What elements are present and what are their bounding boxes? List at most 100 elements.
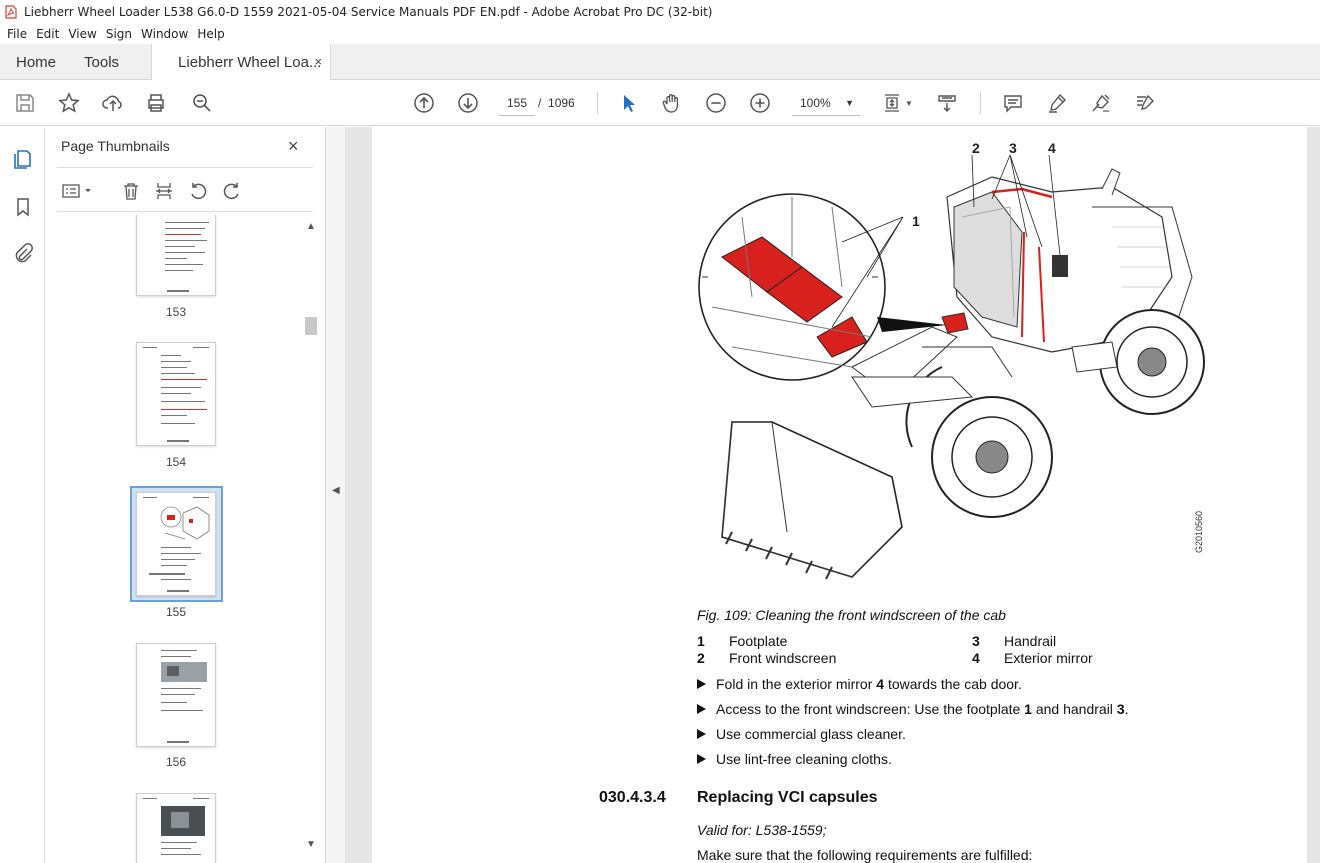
page-separator: / [538, 96, 542, 110]
step-ref: 1 [1024, 701, 1032, 717]
callout-2: 2 [972, 140, 980, 156]
hand-tool-icon[interactable] [660, 91, 684, 115]
thumbnail-label: 153 [165, 305, 187, 319]
legend-text: Handrail [1004, 633, 1057, 649]
page-count: / 1096 [538, 90, 575, 116]
bullet-arrow-icon [697, 679, 706, 689]
collapse-panel-icon[interactable]: ◀ [332, 485, 340, 496]
attachment-icon[interactable] [11, 241, 35, 265]
legend-text: Footplate [729, 633, 788, 649]
page-thumbnails-icon[interactable] [11, 147, 35, 171]
scrollbar-thumb[interactable] [305, 317, 317, 335]
tab-bar: Home Tools Liebherr Wheel Loa... × [0, 44, 1320, 81]
fit-chevron-down-icon[interactable]: ▼ [903, 91, 915, 115]
left-nav-rail [0, 127, 45, 863]
tab-document[interactable]: Liebherr Wheel Loa... × [151, 44, 332, 81]
close-icon[interactable]: × [288, 136, 299, 157]
menu-help[interactable]: Help [197, 27, 224, 41]
step-text: Use lint-free cleaning cloths. [716, 751, 892, 767]
thumbnail-page-153[interactable] [136, 215, 216, 296]
thumbnail-label: 154 [165, 455, 187, 469]
pdf-page: 2 3 4 1 G2010560 Fig. 109: Cleaning the … [372, 127, 1307, 863]
step-text: and handrail [1031, 701, 1117, 717]
toolbar-divider [980, 92, 981, 114]
thumbnail-page-154[interactable] [136, 342, 216, 446]
thumbnail-page-155[interactable] [136, 492, 216, 596]
acrobat-icon [4, 5, 18, 19]
callout-3: 3 [1009, 140, 1017, 156]
tab-document-label: Liebherr Wheel Loa... [178, 54, 322, 71]
section-number: 030.4.3.4 [599, 789, 666, 806]
rotate-right-icon[interactable] [220, 179, 244, 203]
menu-view[interactable]: View [68, 27, 96, 41]
menu-file[interactable]: File [7, 27, 27, 41]
sign-pen-icon[interactable] [1089, 91, 1113, 115]
zoom-in-icon[interactable] [748, 91, 772, 115]
star-icon[interactable] [57, 91, 81, 115]
instruction-step: Access to the front windscreen: Use the … [697, 701, 1129, 717]
options-menu-icon[interactable] [59, 179, 95, 203]
title-bar: Liebherr Wheel Loader L538 G6.0-D 1559 2… [0, 0, 1320, 24]
step-text: Use commercial glass cleaner. [716, 726, 906, 742]
total-pages: 1096 [548, 96, 575, 110]
thumbnail-figure [160, 506, 210, 540]
panel-splitter[interactable]: ◀ [325, 127, 345, 863]
instruction-step: Use commercial glass cleaner. [697, 726, 906, 742]
valid-for-text: Valid for: L538-1559; [697, 822, 827, 838]
delete-icon[interactable] [119, 179, 143, 203]
comment-icon[interactable] [1001, 91, 1025, 115]
divider [57, 211, 313, 212]
zoom-value: 100% [800, 96, 831, 110]
thumbnail-toolbar [57, 177, 313, 205]
thumbnail-page-156[interactable] [136, 643, 216, 747]
menu-bar: File Edit View Sign Window Help [0, 24, 1320, 44]
zoom-out-icon[interactable] [704, 91, 728, 115]
bullet-arrow-icon [697, 754, 706, 764]
step-text: towards the cab door. [884, 676, 1022, 692]
bullet-arrow-icon [697, 729, 706, 739]
fit-page-icon[interactable] [880, 91, 904, 115]
bookmark-icon[interactable] [11, 195, 35, 219]
scroll-down-icon[interactable]: ▼ [306, 839, 316, 850]
select-cursor-icon[interactable] [616, 91, 640, 115]
menu-window[interactable]: Window [141, 27, 188, 41]
tab-home[interactable]: Home [0, 44, 72, 80]
tab-close-icon[interactable]: × [314, 54, 322, 69]
menu-edit[interactable]: Edit [36, 27, 59, 41]
page-thumbnails-panel: Page Thumbnails × 153 154 155 156 ▲ ▼ [45, 127, 325, 863]
rotate-left-icon[interactable] [186, 179, 210, 203]
legend-number: 4 [972, 650, 980, 666]
chevron-down-icon: ▼ [845, 98, 854, 108]
wheel-loader-illustration [698, 154, 1205, 580]
fill-sign-icon[interactable] [1133, 91, 1157, 115]
tab-tools[interactable]: Tools [72, 44, 133, 80]
instruction-step: Fold in the exterior mirror 4 towards th… [697, 676, 1022, 692]
highlight-pen-icon[interactable] [1045, 91, 1069, 115]
menu-sign[interactable]: Sign [106, 27, 132, 41]
window-title: Liebherr Wheel Loader L538 G6.0-D 1559 2… [24, 5, 713, 19]
search-icon[interactable] [190, 91, 214, 115]
scroll-mode-icon[interactable] [935, 91, 959, 115]
document-viewer[interactable]: 2 3 4 1 G2010560 Fig. 109: Cleaning the … [345, 127, 1320, 863]
legend-number: 3 [972, 633, 980, 649]
thumbnail-page-157[interactable] [136, 793, 216, 863]
callout-4: 4 [1048, 140, 1056, 156]
main-toolbar: 155 / 1096 100% ▼ ▼ [0, 80, 1320, 126]
bullet-arrow-icon [697, 704, 706, 714]
figure-caption: Fig. 109: Cleaning the front windscreen … [697, 607, 1006, 623]
previous-page-icon[interactable] [412, 91, 436, 115]
page-number-input[interactable]: 155 [499, 90, 535, 116]
thumbnail-scrollbar[interactable]: ▲ ▼ [303, 217, 319, 861]
scroll-up-icon[interactable]: ▲ [306, 221, 316, 232]
upload-cloud-icon[interactable] [101, 91, 125, 115]
zoom-dropdown[interactable]: 100% ▼ [792, 90, 860, 116]
save-icon[interactable] [13, 91, 37, 115]
legend-number: 1 [697, 633, 705, 649]
step-ref: 4 [876, 676, 885, 692]
section-title: Replacing VCI capsules [697, 789, 878, 806]
panel-title: Page Thumbnails [61, 138, 170, 154]
next-page-icon[interactable] [456, 91, 480, 115]
insert-pages-icon[interactable] [152, 179, 176, 203]
print-icon[interactable] [144, 91, 168, 115]
thumbnail-label: 155 [165, 605, 187, 619]
